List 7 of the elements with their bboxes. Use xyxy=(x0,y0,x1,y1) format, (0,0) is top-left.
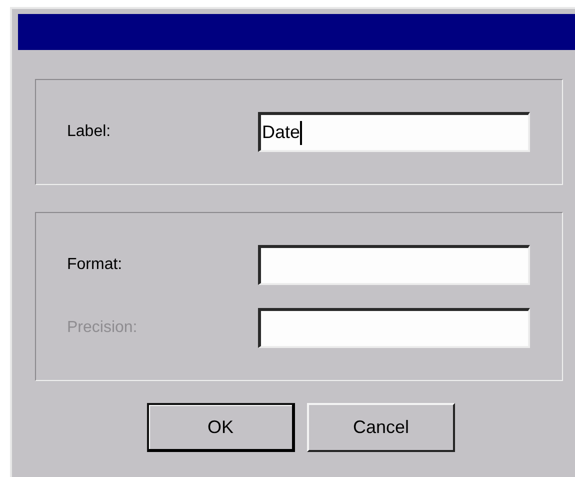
field-value: Date xyxy=(262,121,300,144)
ok-button[interactable]: OK xyxy=(147,403,295,452)
text-field[interactable] xyxy=(258,245,530,285)
field-label: Label: xyxy=(67,122,111,142)
text-field[interactable]: Date xyxy=(258,112,530,152)
field-label: Format: xyxy=(67,255,122,275)
cancel-button[interactable]: Cancel xyxy=(307,403,455,452)
